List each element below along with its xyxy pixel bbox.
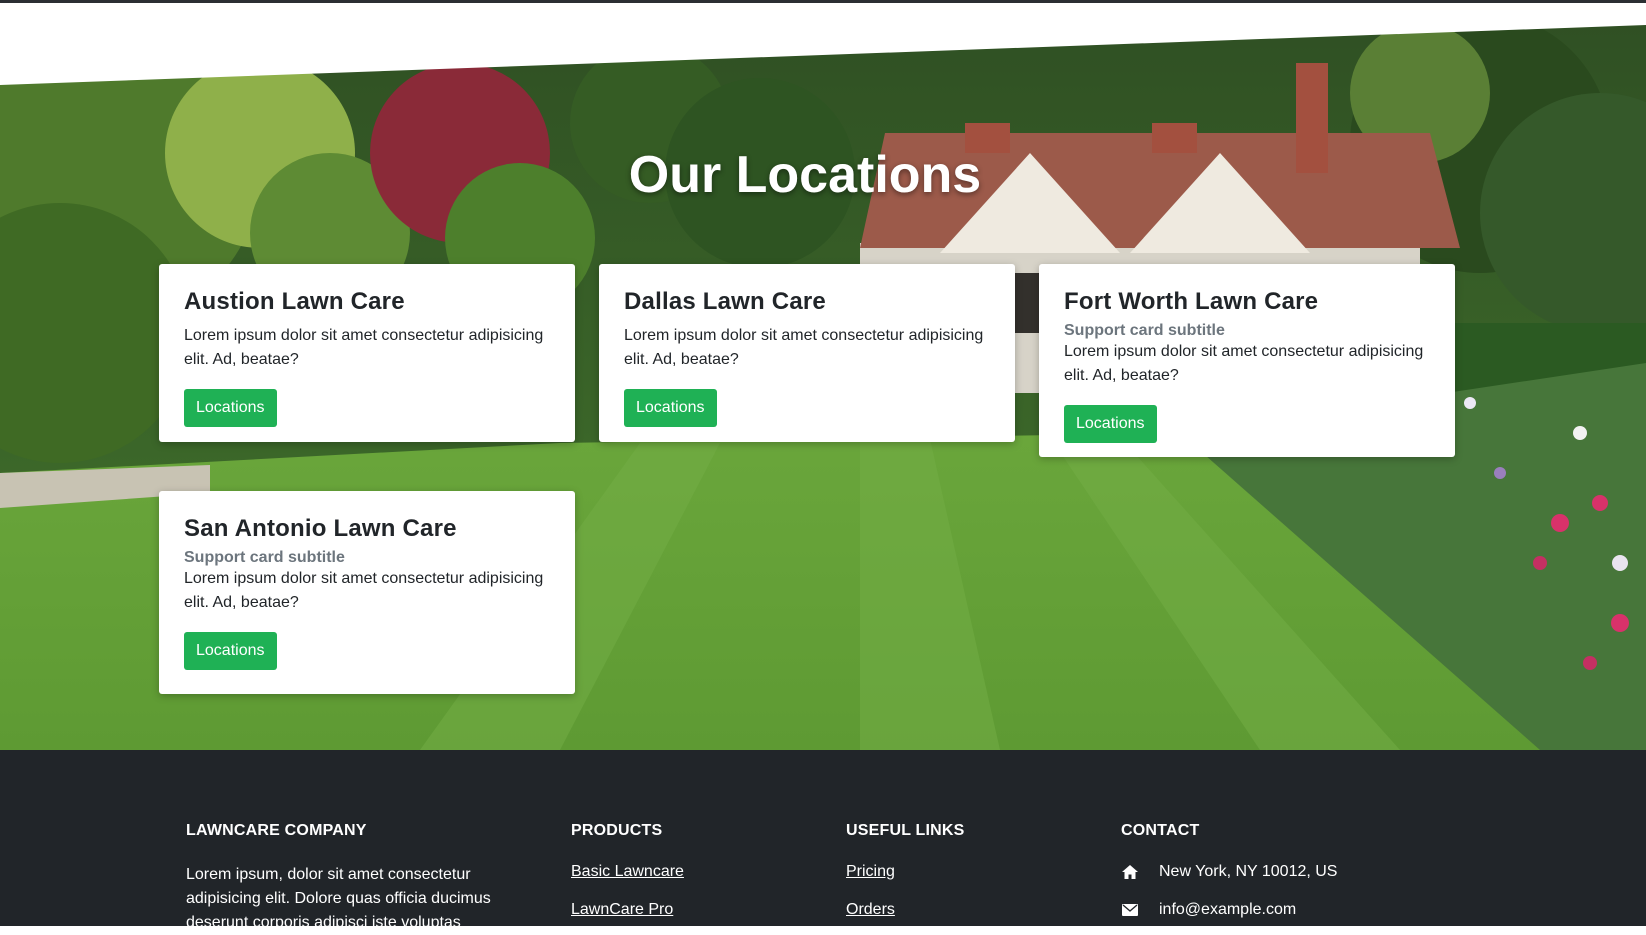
- contact-address-text: New York, NY 10012, US: [1159, 862, 1338, 880]
- card-text: Lorem ipsum dolor sit amet consectetur a…: [184, 570, 544, 611]
- card-title: San Antonio Lawn Care: [184, 515, 457, 542]
- contact-email-text: info@example.com: [1159, 900, 1297, 918]
- footer-link-orders[interactable]: Orders: [846, 901, 965, 918]
- footer-heading: PRODUCTS: [571, 822, 663, 839]
- footer-heading: CONTACT: [1121, 822, 1200, 839]
- footer-useful-links: USEFUL LINKS Pricing Orders: [846, 822, 965, 918]
- location-card-san-antonio: San Antonio Lawn Care Support card subti…: [159, 491, 575, 694]
- location-card-fort-worth: Fort Worth Lawn Care Support card subtit…: [1039, 264, 1455, 457]
- locations-hero: Our Locations Austion Lawn Care Lorem ip…: [0, 3, 1646, 750]
- card-subtitle: Support card subtitle: [184, 549, 345, 566]
- location-card-dallas: Dallas Lawn Care Lorem ipsum dolor sit a…: [599, 264, 1015, 442]
- footer-heading: LAWNCARE COMPANY: [186, 822, 367, 839]
- card-text: Lorem ipsum dolor sit amet consectetur a…: [184, 327, 544, 368]
- card-title: Austion Lawn Care: [184, 288, 405, 315]
- footer-products: PRODUCTS Basic Lawncare LawnCare Pro: [571, 822, 684, 918]
- footer-contact: CONTACT New York, NY 10012, US info@exam…: [1121, 822, 1337, 918]
- locations-button[interactable]: Locations: [624, 389, 717, 427]
- location-card-austin: Austion Lawn Care Lorem ipsum dolor sit …: [159, 264, 575, 442]
- locations-button[interactable]: Locations: [1064, 405, 1157, 443]
- site-footer: LAWNCARE COMPANY Lorem ipsum, dolor sit …: [0, 750, 1646, 931]
- envelope-icon: [1121, 902, 1139, 918]
- footer-link-pricing[interactable]: Pricing: [846, 863, 965, 880]
- locations-button[interactable]: Locations: [184, 632, 277, 670]
- footer-link-lawncare-pro[interactable]: LawnCare Pro: [571, 901, 684, 918]
- footer-heading: USEFUL LINKS: [846, 822, 965, 839]
- footer-company: LAWNCARE COMPANY Lorem ipsum, dolor sit …: [186, 822, 506, 935]
- contact-address: New York, NY 10012, US: [1121, 863, 1337, 880]
- footer-company-text: Lorem ipsum, dolor sit amet consectetur …: [186, 866, 491, 931]
- footer-link-basic-lawncare[interactable]: Basic Lawncare: [571, 863, 684, 880]
- card-text: Lorem ipsum dolor sit amet consectetur a…: [624, 327, 984, 368]
- locations-button[interactable]: Locations: [184, 389, 277, 427]
- contact-email: info@example.com: [1121, 901, 1337, 918]
- page-title: Our Locations: [628, 146, 982, 204]
- card-title: Fort Worth Lawn Care: [1064, 288, 1319, 315]
- home-icon: [1121, 864, 1139, 880]
- card-subtitle: Support card subtitle: [1064, 322, 1225, 339]
- card-title: Dallas Lawn Care: [624, 288, 826, 315]
- card-text: Lorem ipsum dolor sit amet consectetur a…: [1064, 343, 1424, 384]
